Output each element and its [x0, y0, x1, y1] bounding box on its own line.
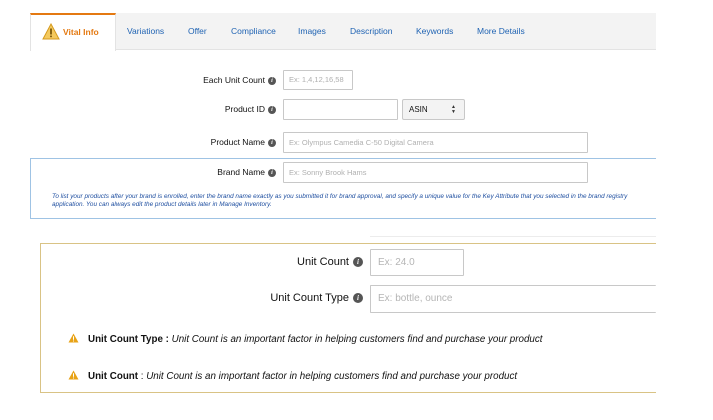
brand-registry-note: To list your products after your brand i…: [52, 193, 628, 208]
select-arrows-icon: ▲ ▼: [451, 104, 456, 115]
unit-count-placeholder: Ex: 24.0: [378, 257, 415, 268]
product-id-label: Product ID i: [225, 104, 276, 114]
warning-triangle-icon: [68, 370, 79, 380]
tab-vital-info[interactable]: Vital Info: [30, 13, 116, 51]
tab-label: Compliance: [231, 26, 276, 36]
tab-keywords[interactable]: Keywords: [416, 13, 453, 50]
tab-label: Vital Info: [63, 27, 99, 37]
product-id-label-text: Product ID: [224, 104, 265, 114]
warning-triangle-icon: [42, 23, 60, 40]
tab-label: More Details: [477, 26, 525, 36]
product-id-type-select[interactable]: ASIN ▲ ▼: [402, 99, 465, 120]
warning-message: Unit Count is an important factor in hel…: [171, 334, 543, 345]
each-unit-count-input[interactable]: Ex: 1,4,12,16,58: [283, 70, 353, 90]
tab-offer[interactable]: Offer: [188, 13, 207, 50]
warning-message: Unit Count is an important factor in hel…: [146, 371, 518, 382]
warning-field: Unit Count: [88, 371, 139, 382]
tab-bar: Vital Info Variations Offer Compliance I…: [30, 13, 656, 51]
tab-label: Variations: [127, 26, 165, 36]
unit-count-type-placeholder: Ex: bottle, ounce: [378, 293, 453, 304]
product-id-type-value: ASIN: [409, 105, 428, 114]
unit-count-type-label: Unit Count Type i: [270, 292, 363, 304]
info-icon[interactable]: i: [268, 76, 276, 85]
product-name-placeholder: Ex: Olympus Camedia C-50 Digital Camera: [289, 138, 434, 147]
unit-count-label-text: Unit Count: [297, 256, 349, 268]
unit-count-input[interactable]: Ex: 24.0: [370, 249, 464, 276]
each-unit-count-label-text: Each Unit Count: [203, 75, 265, 85]
tab-description[interactable]: Description: [350, 13, 393, 50]
tab-label: Images: [298, 26, 326, 36]
tab-label: Description: [350, 26, 393, 36]
product-id-input[interactable]: [283, 99, 398, 120]
brand-name-label: Brand Name i: [217, 167, 276, 177]
each-unit-count-placeholder: Ex: 1,4,12,16,58: [289, 75, 344, 84]
product-name-label-text: Product Name: [210, 137, 265, 147]
brand-name-input[interactable]: Ex: Sonny Brook Hams: [283, 162, 588, 183]
info-icon[interactable]: i: [268, 105, 276, 114]
unit-count-type-label-text: Unit Count Type: [270, 292, 349, 304]
info-icon[interactable]: i: [268, 138, 276, 147]
tab-more-details[interactable]: More Details: [477, 13, 525, 50]
tab-images[interactable]: Images: [298, 13, 326, 50]
unit-count-type-input[interactable]: Ex: bottle, ounce: [370, 285, 656, 313]
tab-compliance[interactable]: Compliance: [231, 13, 276, 50]
product-name-input[interactable]: Ex: Olympus Camedia C-50 Digital Camera: [283, 132, 588, 153]
warning-separator: :: [138, 371, 147, 382]
divider: [370, 236, 656, 237]
info-icon[interactable]: i: [268, 168, 276, 177]
unit-count-label: Unit Count i: [297, 256, 363, 268]
tab-variations[interactable]: Variations: [127, 13, 164, 50]
info-icon[interactable]: i: [353, 257, 363, 268]
info-icon[interactable]: i: [353, 293, 363, 304]
warning-unit-count: Unit Count : Unit Count is an important …: [68, 370, 517, 382]
product-name-label: Product Name i: [211, 137, 276, 147]
tab-label: Offer: [188, 26, 207, 36]
tab-label: Keywords: [416, 26, 454, 36]
each-unit-count-label: Each Unit Count i: [203, 75, 276, 85]
warning-unit-count-type: Unit Count Type : Unit Count is an impor…: [68, 333, 543, 345]
brand-name-label-text: Brand Name: [217, 167, 265, 177]
warning-triangle-icon: [68, 333, 79, 343]
brand-name-placeholder: Ex: Sonny Brook Hams: [289, 168, 367, 177]
warning-field: Unit Count Type :: [88, 334, 169, 345]
